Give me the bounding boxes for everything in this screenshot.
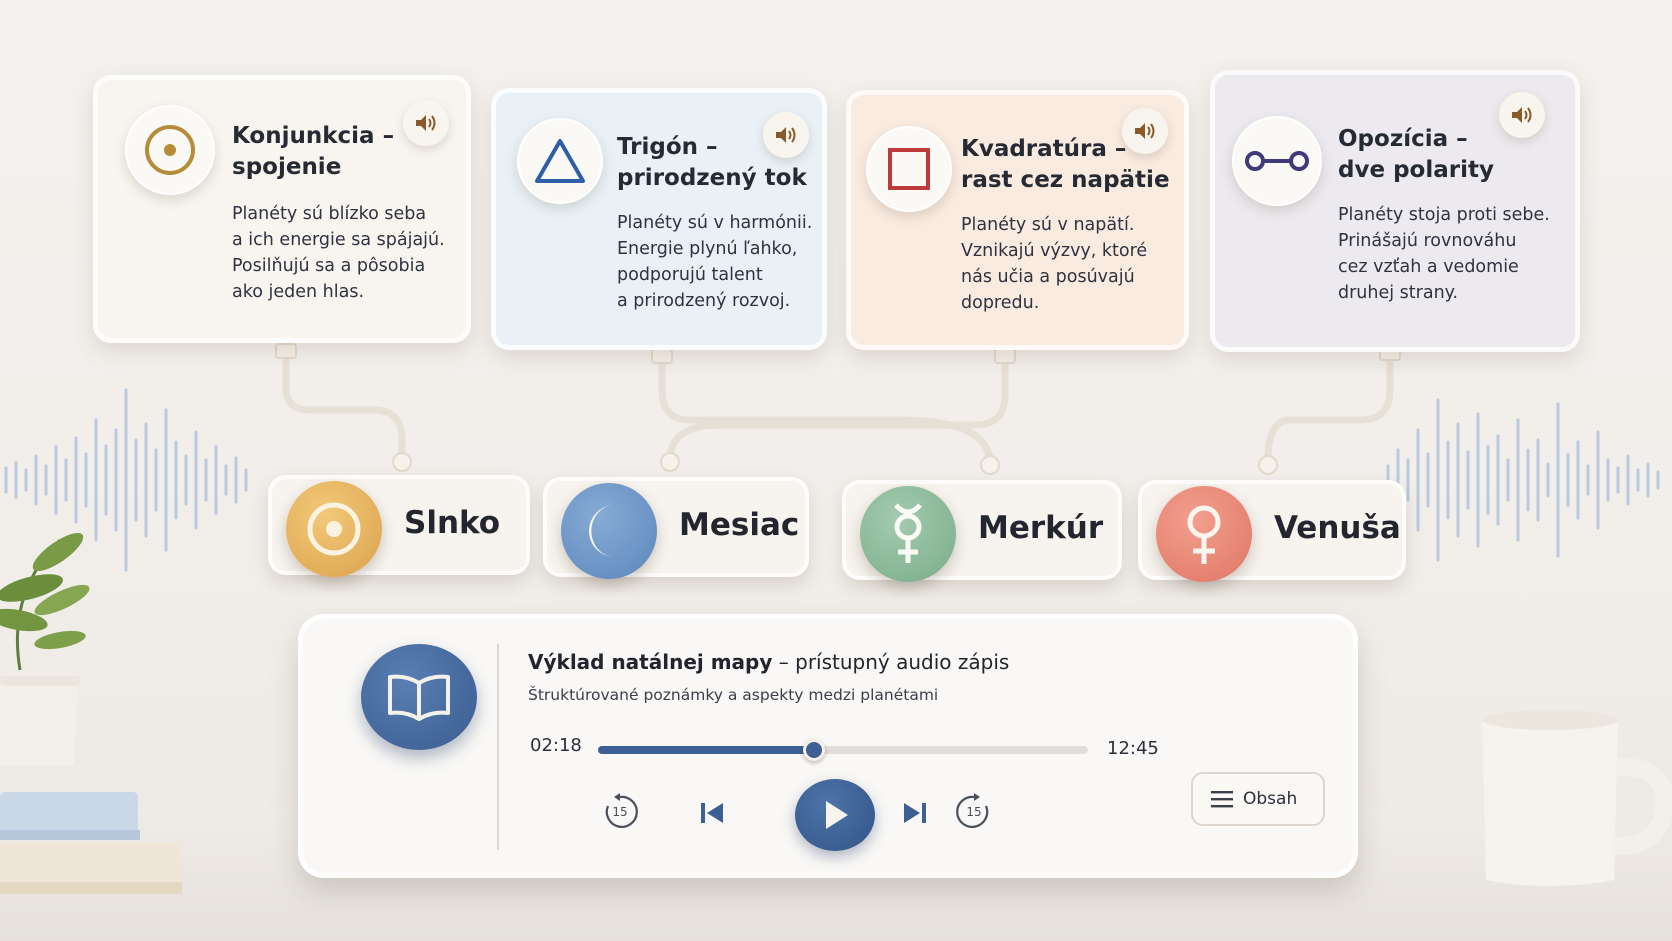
next-icon bbox=[904, 803, 926, 823]
contents-button[interactable]: Obsah bbox=[1191, 772, 1325, 826]
skip-forward-15-button[interactable]: 15 bbox=[954, 792, 994, 832]
aspect-title: Trigón – prirodzený tok bbox=[617, 134, 807, 191]
trine-icon bbox=[517, 118, 603, 204]
progress-bar[interactable] bbox=[598, 739, 1088, 761]
aspect-description: Planéty stoja proti sebe. Prinášajú rovno… bbox=[1338, 205, 1550, 303]
next-button[interactable] bbox=[898, 796, 932, 830]
previous-button[interactable] bbox=[695, 796, 729, 830]
planet-chip-merkur[interactable]: Merkúr bbox=[842, 480, 1122, 582]
play-icon bbox=[826, 801, 848, 829]
opposition-icon bbox=[1232, 116, 1322, 206]
aspect-description: Planéty sú blízko seba a ich energie sa s… bbox=[232, 204, 445, 302]
planet-name: Slnko bbox=[404, 505, 501, 541]
skip-back-seconds: 15 bbox=[612, 805, 628, 819]
venus-icon bbox=[1156, 486, 1252, 582]
aspect-card-conjunction: Konjunkcia – spojenie Planéty sú blízko s… bbox=[93, 75, 471, 343]
conjunction-icon bbox=[125, 105, 215, 195]
square-icon bbox=[866, 126, 952, 212]
aspect-card-opposition: Opozícia – dve polarity Planéty stoja pro… bbox=[1210, 70, 1580, 352]
current-time: 02:18 bbox=[530, 735, 582, 756]
book-icon bbox=[361, 644, 477, 750]
list-icon bbox=[1211, 791, 1233, 808]
planet-name: Merkúr bbox=[978, 510, 1104, 546]
moon-icon bbox=[561, 483, 657, 579]
planet-name: Mesiac bbox=[679, 507, 800, 543]
contents-label: Obsah bbox=[1243, 789, 1298, 809]
speaker-icon[interactable] bbox=[1499, 92, 1545, 138]
aspect-card-square: Kvadratúra – rast cez napätie Planéty sú … bbox=[846, 90, 1189, 350]
planet-chip-mesiac[interactable]: Mesiac bbox=[543, 477, 809, 579]
planet-chip-slnko[interactable]: Slnko bbox=[268, 475, 530, 577]
audio-player: Výklad natálnej mapy – prístupný audio z… bbox=[298, 614, 1358, 878]
progress-handle[interactable] bbox=[802, 739, 825, 761]
player-title: Výklad natálnej mapy – prístupný audio z… bbox=[528, 650, 1010, 674]
aspect-card-trine: Trigón – prirodzený tok Planéty sú v harm… bbox=[491, 88, 827, 350]
skip-back-15-button[interactable]: 15 bbox=[600, 792, 640, 832]
aspect-description: Planéty sú v harmónii. Energie plynú ľahk… bbox=[617, 213, 813, 311]
aspect-title: Opozícia – dve polarity bbox=[1338, 126, 1494, 183]
play-button[interactable] bbox=[795, 779, 875, 851]
player-subtitle: Štruktúrované poznámky a aspekty medzi p… bbox=[528, 686, 939, 704]
mercury-icon bbox=[860, 486, 956, 582]
divider bbox=[497, 644, 499, 850]
planet-chip-venusa[interactable]: Venuša bbox=[1138, 480, 1406, 582]
progress-fill bbox=[598, 746, 814, 754]
aspect-title: Konjunkcia – spojenie bbox=[232, 123, 395, 180]
previous-icon bbox=[701, 803, 723, 823]
planet-name: Venuša bbox=[1274, 510, 1401, 546]
total-time: 12:45 bbox=[1107, 738, 1159, 759]
skip-forward-seconds: 15 bbox=[966, 805, 982, 819]
aspect-description: Planéty sú v napätí. Vznikajú výzvy, ktor… bbox=[961, 215, 1148, 313]
speaker-icon[interactable] bbox=[403, 100, 449, 146]
aspect-title: Kvadratúra – rast cez napätie bbox=[961, 136, 1170, 193]
sun-icon bbox=[286, 481, 382, 577]
